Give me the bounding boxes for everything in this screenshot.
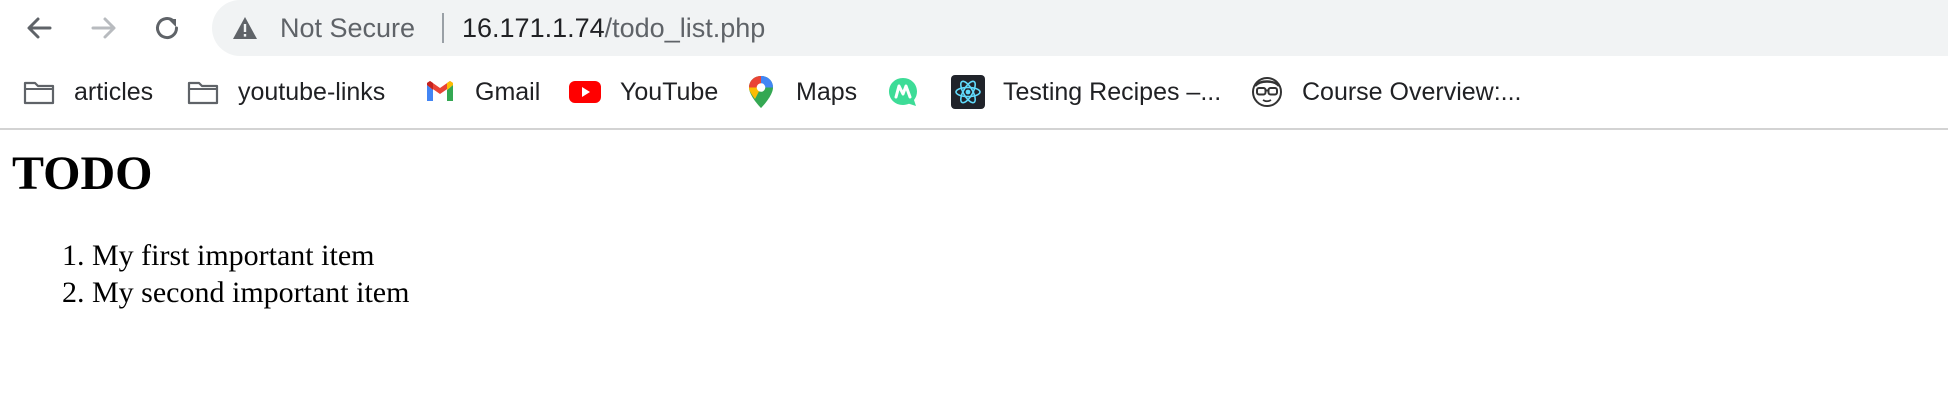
bookmark-maps[interactable]: Maps xyxy=(744,70,857,114)
bookmark-label: YouTube xyxy=(620,77,719,106)
address-bar[interactable]: Not Secure 16.171.1.74/todo_list.php xyxy=(212,0,1948,56)
bookmark-m-logo[interactable] xyxy=(886,70,938,114)
react-icon xyxy=(951,75,985,109)
url-path: /todo_list.php xyxy=(604,13,766,43)
bookmark-label: Maps xyxy=(796,77,858,106)
list-item: My second important item xyxy=(92,274,409,311)
bookmark-label: youtube-links xyxy=(238,77,386,106)
bookmark-youtube-links[interactable]: youtube-links xyxy=(186,70,385,114)
address-separator xyxy=(442,13,444,43)
folder-icon xyxy=(186,75,220,109)
gmail-icon xyxy=(423,75,457,109)
glasses-face-icon xyxy=(1250,75,1284,109)
bookmark-label: Gmail xyxy=(475,77,541,106)
list-item: My first important item xyxy=(92,237,409,274)
folder-icon xyxy=(22,75,56,109)
bookmark-testing-recipes[interactable]: Testing Recipes –... xyxy=(951,70,1221,114)
reload-button[interactable] xyxy=(148,9,186,47)
todo-list: My first important item My second import… xyxy=(0,237,409,311)
bookmark-articles[interactable]: articles xyxy=(22,70,153,114)
m-logo-icon xyxy=(886,75,920,109)
url-text[interactable]: 16.171.1.74/todo_list.php xyxy=(462,13,765,44)
bookmark-gmail[interactable]: Gmail xyxy=(423,70,540,114)
bookmark-label: Testing Recipes –... xyxy=(1003,77,1222,106)
url-host: 16.171.1.74 xyxy=(462,13,605,43)
forward-button[interactable] xyxy=(85,9,123,47)
bookmark-youtube[interactable]: YouTube xyxy=(568,70,718,114)
back-button[interactable] xyxy=(20,9,58,47)
maps-icon xyxy=(744,75,778,109)
browser-toolbar: Not Secure 16.171.1.74/todo_list.php xyxy=(0,0,1948,56)
reload-icon xyxy=(156,17,179,40)
arrow-right-icon xyxy=(91,17,116,39)
arrow-left-icon xyxy=(27,17,52,39)
page-content: TODO My first important item My second i… xyxy=(0,130,1948,410)
bookmark-label: Course Overview:... xyxy=(1302,77,1522,106)
security-status[interactable]: Not Secure xyxy=(280,13,415,44)
youtube-icon xyxy=(568,75,602,109)
warning-icon xyxy=(233,17,257,39)
page-title: TODO xyxy=(12,147,153,200)
bookmark-course-overview[interactable]: Course Overview:... xyxy=(1250,70,1522,114)
bookmark-label: articles xyxy=(74,77,154,106)
bookmarks-bar: articles youtube-links Gmail YouTube Map… xyxy=(0,70,1948,114)
